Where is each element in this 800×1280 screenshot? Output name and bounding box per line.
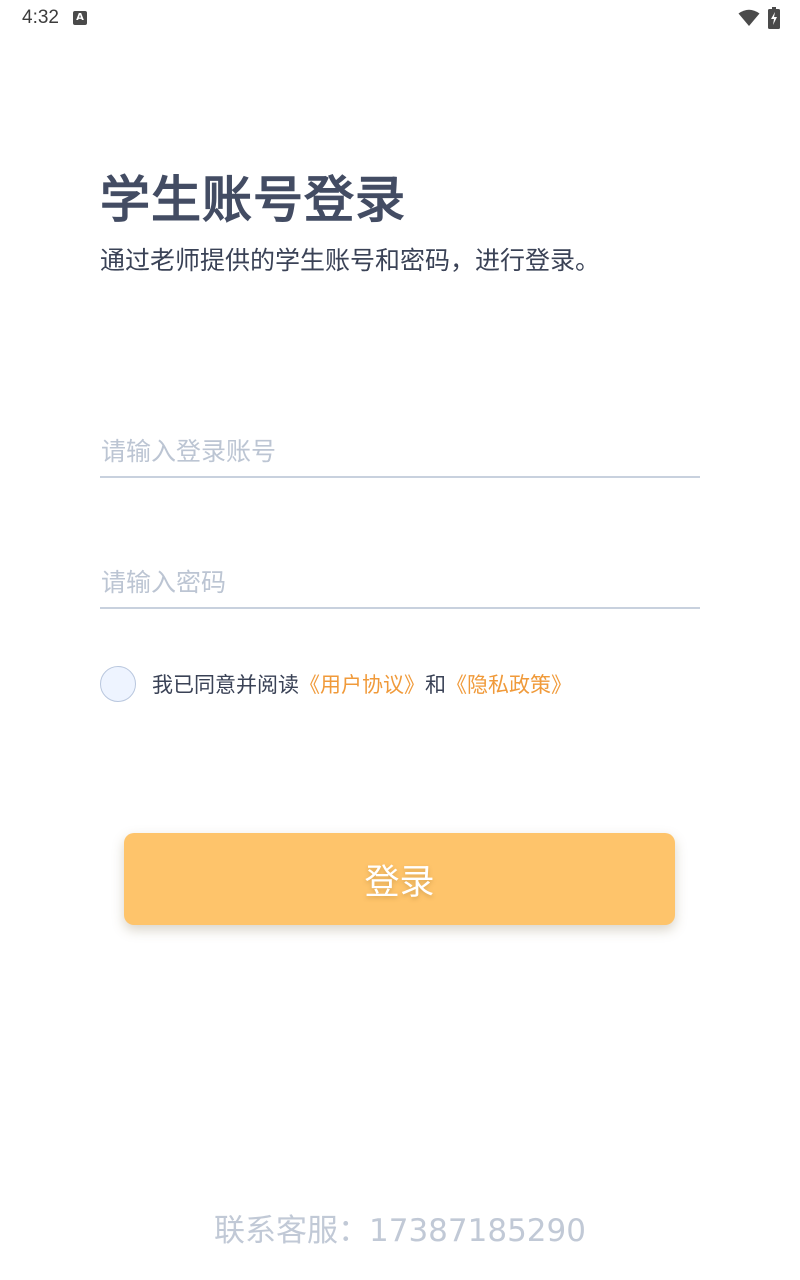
account-input[interactable] [100,426,700,478]
agreement-checkbox[interactable] [100,666,136,702]
page-title: 学生账号登录 [100,171,406,229]
agreement-prefix: 我已同意并阅读 [152,673,299,697]
status-bar: 4:32 A [0,0,800,36]
login-screen: 4:32 A 学生账号登录 通过老师提供的学生账号和密码，进行登录。 请输入登录… [0,0,800,1280]
status-time: 4:32 [22,7,59,28]
customer-service-contact: 联系客服：17387185290 [214,1213,586,1249]
privacy-policy-link[interactable]: 《隐私政策》 [446,673,572,697]
battery-charging-icon [768,7,780,29]
agreement-joiner: 和 [425,673,446,697]
user-agreement-link[interactable]: 《用户协议》 [299,673,425,697]
login-button[interactable]: 登录 [124,833,675,925]
password-input[interactable] [100,557,700,609]
agreement-row: 我已同意并阅读《用户协议》和《隐私政策》 [100,666,572,702]
page-subtitle: 通过老师提供的学生账号和密码，进行登录。 [100,246,601,275]
status-left: 4:32 A [22,7,87,29]
a-notification-icon: A [72,11,87,25]
wifi-icon [738,9,760,27]
agreement-text: 我已同意并阅读《用户协议》和《隐私政策》 [152,669,572,699]
status-right [738,7,780,29]
